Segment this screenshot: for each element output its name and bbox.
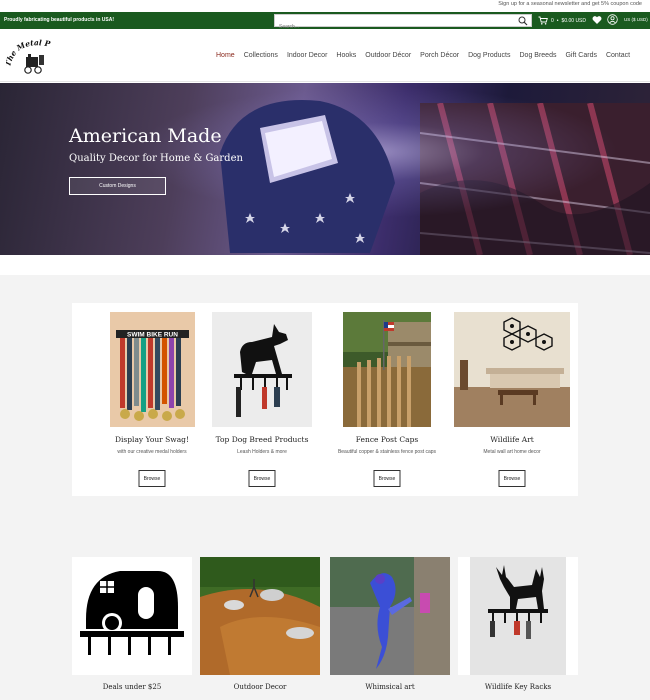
utility-bar: Proudly fabricating beautiful products i…: [0, 12, 650, 33]
site-header: The Metal Peddler Home Collections Indoo…: [0, 29, 650, 82]
cart-count: 0: [551, 17, 554, 24]
collection-label: Wildlife Key Racks: [484, 683, 552, 691]
featured-subtitle: with our creative medal holders: [117, 449, 187, 455]
wishlist-heart-icon[interactable]: [592, 15, 602, 25]
collection-label: Deals under $25: [102, 683, 162, 691]
browse-button[interactable]: Browse: [138, 470, 166, 487]
featured-title: Wildlife Art: [490, 435, 534, 444]
outdoor-decor-image: [200, 557, 320, 675]
collection-tile[interactable]: Whimsical art: [330, 557, 450, 691]
main-nav: Home Collections Indoor Decor Hooks Outd…: [216, 52, 639, 59]
collection-tile[interactable]: Outdoor Decor: [200, 557, 320, 691]
search-box: [274, 14, 532, 33]
brand-logo[interactable]: The Metal Peddler: [6, 37, 58, 77]
search-icon[interactable]: [518, 16, 528, 26]
featured-subtitle: Leash Holders & more: [237, 449, 287, 455]
cart-separator-dot: •: [556, 17, 559, 24]
featured-subtitle: Metal wall art home decor: [483, 449, 541, 455]
browse-button[interactable]: Browse: [373, 470, 401, 487]
featured-title: Top Dog Breed Products: [215, 435, 309, 444]
hero-banner: American Made Quality Decor for Home & G…: [0, 83, 650, 255]
cart-icon: [538, 16, 548, 25]
hero-title: American Made: [69, 125, 222, 147]
nav-indoor-decor[interactable]: Indoor Decor: [287, 52, 327, 59]
nav-dog-breeds[interactable]: Dog Breeds: [520, 52, 557, 59]
currency-selector[interactable]: US ($ USD): [624, 17, 648, 22]
hero-welding-helmet-image: [220, 100, 395, 253]
custom-designs-button[interactable]: Custom Designs: [69, 177, 166, 195]
account-icon[interactable]: [607, 14, 618, 25]
collection-tile[interactable]: Wildlife Key Racks: [458, 557, 578, 691]
medal-holder-image[interactable]: SWIM BIKE RUN: [110, 312, 195, 427]
whimsical-art-image: [330, 557, 450, 675]
wildlife-art-image[interactable]: [454, 312, 570, 427]
collection-tile[interactable]: Deals under $25: [72, 557, 192, 691]
dog-leash-holder-image[interactable]: [212, 312, 312, 427]
featured-subtitle: Beautiful copper & stainless fence post …: [337, 449, 437, 455]
nav-collections[interactable]: Collections: [244, 52, 278, 59]
wildlife-key-rack-image: [458, 557, 578, 675]
promo-text: Proudly fabricating beautiful products i…: [4, 17, 115, 23]
nav-home[interactable]: Home: [216, 52, 235, 59]
nav-porch-decor[interactable]: Porch Décor: [420, 52, 459, 59]
featured-title: Display Your Swag!: [114, 435, 189, 444]
collection-label: Outdoor Decor: [233, 683, 287, 691]
browse-button[interactable]: Browse: [248, 470, 276, 487]
camper-key-rack-image: [72, 557, 192, 675]
hero-subtitle: Quality Decor for Home & Garden: [69, 153, 243, 164]
nav-dog-products[interactable]: Dog Products: [468, 52, 510, 59]
featured-title: Fence Post Caps: [355, 435, 419, 444]
cart-link[interactable]: 0 • $0.00 USD: [538, 15, 586, 26]
newsletter-text[interactable]: Sign up for a seasonal newsletter and ge…: [498, 1, 642, 7]
medal-sign-text: SWIM BIKE RUN: [127, 332, 178, 339]
nav-outdoor-decor[interactable]: Outdoor Décor: [365, 52, 411, 59]
nav-hooks[interactable]: Hooks: [336, 52, 356, 59]
browse-button[interactable]: Browse: [498, 470, 526, 487]
nav-contact[interactable]: Contact: [606, 52, 630, 59]
newsletter-bar: Sign up for a seasonal newsletter and ge…: [0, 0, 650, 12]
cart-total: $0.00 USD: [561, 17, 587, 24]
fence-post-caps-image[interactable]: [343, 312, 431, 427]
nav-gift-cards[interactable]: Gift Cards: [565, 52, 597, 59]
collection-label: Whimsical art: [365, 683, 415, 691]
featured-panel: SWIM BIKE RUN Display Your Swag! with ou…: [72, 303, 578, 496]
